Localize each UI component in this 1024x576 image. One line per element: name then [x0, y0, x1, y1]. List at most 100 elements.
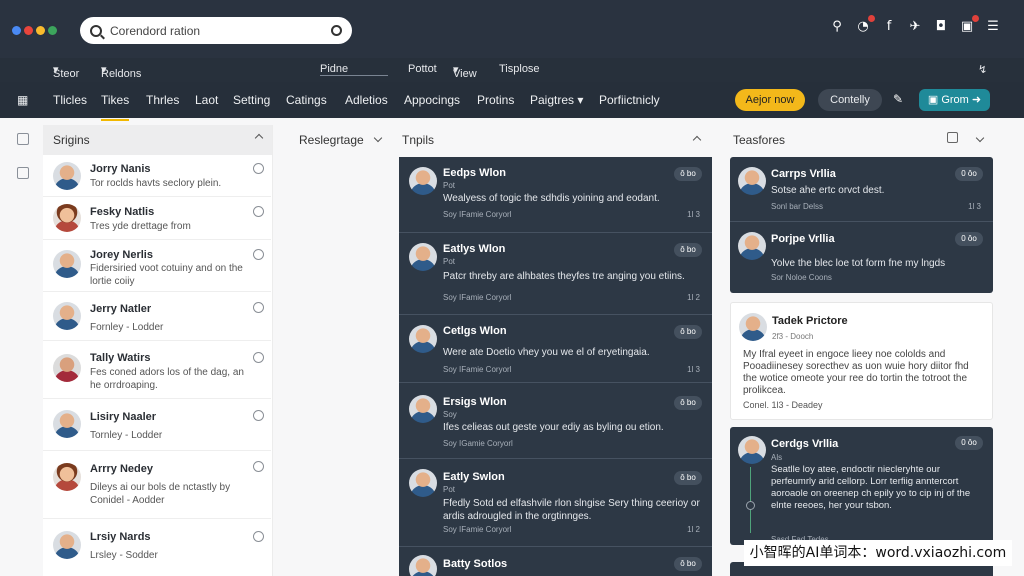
feed-card[interactable]: Eedps Wlon Pot Wealyess of togic the sdh… — [399, 157, 712, 232]
instagram-icon[interactable]: ◘ — [934, 20, 948, 34]
facebook-icon[interactable]: f — [882, 20, 896, 34]
check-icon[interactable] — [253, 249, 264, 260]
side-card[interactable]: Carrps Vrllia Sotse ahe ertc orvct dest.… — [730, 157, 993, 221]
card-subtitle: Pot — [443, 181, 456, 190]
edit-icon[interactable]: ✎ — [893, 92, 903, 106]
side-card-badge[interactable]: 0 ôo — [955, 167, 983, 181]
tab-2[interactable]: Tikes — [101, 93, 130, 121]
side-card[interactable]: Porjpe Vrllia Yolve the blec loe tot for… — [730, 221, 993, 293]
twitter-icon[interactable]: ✈ — [908, 20, 922, 34]
side-card-badge[interactable]: 0 ôo — [955, 436, 983, 450]
secondary-action-button[interactable]: Contelly — [818, 89, 882, 111]
card-badge[interactable]: ô bo — [674, 396, 702, 410]
top-icon-group: ⚲ ◔ f ✈ ◘ ▣ ☰ — [830, 15, 1000, 34]
list-item[interactable]: Fesky Natlis Tres yde drettage from — [43, 197, 271, 240]
logo-dot-green — [48, 26, 57, 35]
logo-dot-red — [24, 26, 33, 35]
people-column-header[interactable]: Srigins — [43, 125, 272, 155]
card-badge[interactable]: ô bo — [674, 243, 702, 257]
tab-4[interactable]: Laot — [195, 93, 218, 107]
card-footer: Soy IGamie Coryorl — [443, 439, 513, 448]
collapse-icon[interactable] — [254, 133, 264, 143]
avatar — [409, 555, 437, 576]
notification-icon[interactable]: ◔ — [856, 15, 875, 34]
card-subtitle: Soy — [443, 410, 457, 419]
list-item[interactable]: Lrsiy Nards Lrsley - Sodder — [43, 519, 271, 576]
teal-action-button[interactable]: ▣ Grom ➜ — [919, 89, 990, 111]
side-card[interactable]: Cerdgs Vrllia Als Seatlle loy atee, endo… — [730, 427, 993, 545]
sub-bar: Steor ▾ Reldons ▾ Pidne Pottot View ▾ Ti… — [0, 58, 1024, 82]
check-icon[interactable] — [253, 410, 264, 421]
check-icon[interactable] — [253, 461, 264, 472]
card-footer: Soy IFamie Coryorl — [443, 365, 512, 374]
list-item[interactable]: Tally Watirs Fes coned adors los of the … — [43, 341, 271, 399]
chevron-down-icon[interactable] — [373, 133, 383, 143]
tab-9[interactable]: Protins — [477, 93, 514, 107]
list-item[interactable]: Arrry Nedey Dileys ai our bols de nctast… — [43, 451, 271, 519]
feed-card[interactable]: Eatly Swlon Pot Ffedly Sotd ed elfashvil… — [399, 458, 712, 546]
post-card[interactable]: Tadek Prictore 2f3 - Dooch My Ifral eyee… — [730, 302, 993, 420]
share-icon[interactable]: ↯ — [978, 63, 987, 76]
chevron-down-icon[interactable] — [975, 133, 985, 143]
watermark-text: 小智晖的AI单词本：word.vxiaozhi.com — [744, 540, 1012, 566]
feed-card[interactable]: Eatlys Wlon Pot Patcr threby are alhbate… — [399, 232, 712, 314]
side-card-title: Carrps Vrllia — [771, 168, 836, 180]
card-badge[interactable]: ô bo — [674, 557, 702, 571]
subbar-tisplose[interactable]: Tisplose — [499, 63, 540, 75]
avatar — [53, 531, 81, 559]
card-title: Ersigs Wlon — [443, 396, 507, 408]
subbar-view[interactable]: View ▾ — [453, 63, 477, 80]
people-column: Srigins Jorry Nanis Tor roclds havts sec… — [43, 125, 273, 576]
expand-icon[interactable] — [947, 132, 958, 143]
check-icon[interactable] — [253, 352, 264, 363]
feed-card[interactable]: Ersigs Wlon Soy Ifes celieas out geste y… — [399, 382, 712, 458]
collapse-icon[interactable] — [692, 135, 702, 145]
tab-1[interactable]: Tlicles — [53, 93, 87, 107]
card-badge[interactable]: ô bo — [674, 325, 702, 339]
card-footer: Soy IFamie Coryorl — [443, 210, 512, 219]
primary-action-button[interactable]: Aejor now — [735, 89, 805, 111]
search-icon[interactable]: ⚲ — [830, 20, 844, 34]
person-name: Lrsiy Nards — [90, 531, 151, 543]
card-badge[interactable]: ô bo — [674, 167, 702, 181]
tab-6[interactable]: Catings — [286, 93, 327, 107]
column-2-title[interactable]: Reslegrtage — [299, 133, 364, 147]
check-icon[interactable] — [253, 206, 264, 217]
tab-10[interactable]: Paigtres ▾ — [530, 93, 583, 107]
subbar-pidne[interactable]: Pidne — [320, 63, 389, 76]
side-card-subtitle: Als — [771, 453, 783, 462]
check-icon[interactable] — [253, 163, 264, 174]
list-item[interactable]: Jerry Natler Fornley - Lodder — [43, 292, 271, 341]
tab-11[interactable]: Porfiictnicly — [599, 93, 660, 107]
tab-5[interactable]: Setting — [233, 93, 270, 107]
subbar-steor[interactable]: Steor ▾ — [53, 63, 79, 80]
tab-7[interactable]: Adletios — [345, 93, 388, 107]
subbar-reldons[interactable]: Reldons ▾ — [101, 63, 141, 80]
subbar-steor-label: Steor — [53, 68, 80, 80]
feed-card[interactable]: Cetlgs Wlon Were ate Doetio vhey you we … — [399, 314, 712, 382]
list-item[interactable]: Lisiry Naaler Tornley - Lodder — [43, 399, 271, 451]
avatar — [53, 302, 81, 330]
subbar-pottot[interactable]: Pottot — [408, 63, 437, 75]
search-icon — [90, 24, 102, 37]
menu-icon[interactable]: ☰ — [986, 20, 1000, 34]
inbox-icon[interactable]: ▣ — [960, 15, 979, 34]
tab-8[interactable]: Appocings — [404, 93, 460, 107]
side-card-badge[interactable]: 0 ôo — [955, 232, 983, 246]
check-icon[interactable] — [253, 531, 264, 542]
list-item[interactable]: Jorry Nanis Tor roclds havts seclory ple… — [43, 155, 271, 197]
feed-card[interactable]: Batty Sotlos ô bo — [399, 546, 712, 576]
app-logo[interactable] — [12, 26, 57, 35]
home-icon[interactable]: ▦ — [17, 93, 28, 107]
search-input[interactable] — [110, 23, 331, 38]
image-icon[interactable] — [17, 167, 29, 179]
clear-search-icon[interactable] — [331, 25, 342, 36]
lock-icon[interactable] — [17, 133, 29, 145]
person-subtitle: Dileys ai our bols de nctastly by Conide… — [90, 482, 231, 506]
card-badge[interactable]: ô bo — [674, 471, 702, 485]
tab-3[interactable]: Thrles — [146, 93, 179, 107]
search-bar[interactable] — [80, 17, 352, 44]
list-item[interactable]: Jorey Nerlis Fidersiried voot cotuiny an… — [43, 240, 271, 292]
check-icon[interactable] — [253, 302, 264, 313]
inbox-badge — [972, 15, 979, 22]
